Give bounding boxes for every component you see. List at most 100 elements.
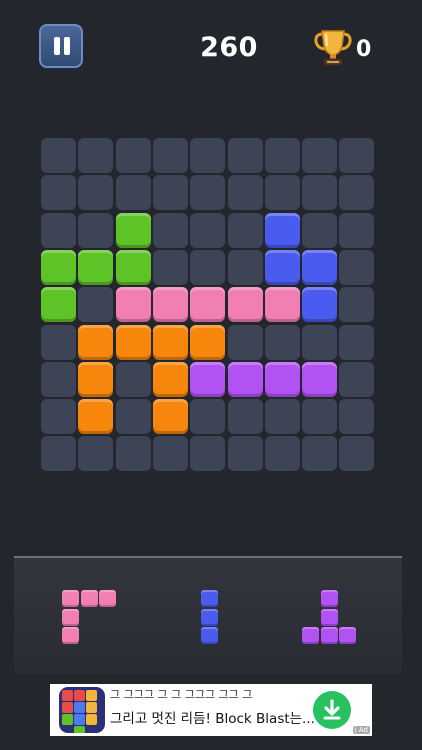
board-block[interactable] bbox=[302, 249, 338, 285]
board-block[interactable] bbox=[302, 287, 338, 323]
board-cell[interactable] bbox=[264, 436, 300, 472]
board-block[interactable] bbox=[152, 361, 188, 397]
board-cell[interactable] bbox=[227, 399, 263, 435]
board-cell[interactable] bbox=[115, 175, 151, 211]
board-cell[interactable] bbox=[41, 324, 76, 360]
board-cell[interactable] bbox=[339, 287, 375, 323]
board-cell[interactable] bbox=[78, 175, 114, 211]
board-cell[interactable] bbox=[339, 175, 375, 211]
board-cell[interactable] bbox=[152, 249, 188, 285]
board-cell[interactable] bbox=[190, 212, 226, 248]
piece-block bbox=[339, 627, 356, 644]
board-cell[interactable] bbox=[302, 324, 338, 360]
board-block[interactable] bbox=[152, 287, 188, 323]
board-block[interactable] bbox=[41, 287, 76, 323]
board-cell[interactable] bbox=[339, 399, 375, 435]
board-cell[interactable] bbox=[152, 436, 188, 472]
app-logo-icon bbox=[59, 687, 105, 733]
board-block[interactable] bbox=[190, 361, 226, 397]
board-cell[interactable] bbox=[302, 138, 338, 173]
pause-button[interactable] bbox=[39, 24, 83, 68]
board-cell[interactable] bbox=[78, 212, 114, 248]
board-block[interactable] bbox=[78, 399, 114, 435]
board-block[interactable] bbox=[264, 212, 300, 248]
board-block[interactable] bbox=[78, 249, 114, 285]
ad-banner[interactable]: 그 그그그 그 그 그그그 그그 그 그리고 멋진 리듬! Block Blas… bbox=[50, 684, 372, 736]
board-cell[interactable] bbox=[264, 138, 300, 173]
board-cell[interactable] bbox=[339, 249, 375, 285]
board-block[interactable] bbox=[264, 361, 300, 397]
board-cell[interactable] bbox=[41, 138, 76, 173]
piece-block bbox=[302, 627, 319, 644]
board-cell[interactable] bbox=[227, 175, 263, 211]
board-block[interactable] bbox=[152, 399, 188, 435]
ad-badge: i Ad bbox=[352, 726, 370, 734]
board-cell[interactable] bbox=[115, 361, 151, 397]
board-block[interactable] bbox=[152, 324, 188, 360]
board-cell[interactable] bbox=[339, 138, 375, 173]
board-cell[interactable] bbox=[190, 138, 226, 173]
piece-block bbox=[320, 627, 338, 644]
board-cell[interactable] bbox=[264, 399, 300, 435]
board-cell[interactable] bbox=[41, 399, 76, 435]
piece-block bbox=[201, 608, 218, 626]
download-button[interactable] bbox=[313, 691, 351, 729]
board-cell[interactable] bbox=[190, 175, 226, 211]
board-cell[interactable] bbox=[152, 175, 188, 211]
board-cell[interactable] bbox=[41, 212, 76, 248]
board-block[interactable] bbox=[115, 212, 151, 248]
board-cell[interactable] bbox=[339, 436, 375, 472]
board-cell[interactable] bbox=[227, 324, 263, 360]
board-block[interactable] bbox=[78, 324, 114, 360]
board-cell[interactable] bbox=[339, 212, 375, 248]
board-cell[interactable] bbox=[78, 436, 114, 472]
piece-block bbox=[99, 590, 116, 607]
board-cell[interactable] bbox=[227, 249, 263, 285]
piece-block bbox=[62, 608, 79, 626]
board-block[interactable] bbox=[190, 287, 226, 323]
board-cell[interactable] bbox=[302, 399, 338, 435]
score: 260 bbox=[200, 32, 258, 63]
board-cell[interactable] bbox=[302, 212, 338, 248]
board-cell[interactable] bbox=[152, 212, 188, 248]
board-block[interactable] bbox=[190, 324, 226, 360]
board-cell[interactable] bbox=[302, 175, 338, 211]
board-cell[interactable] bbox=[78, 138, 114, 173]
piece-block bbox=[320, 608, 338, 626]
board-cell[interactable] bbox=[190, 249, 226, 285]
piece-tray bbox=[14, 558, 402, 674]
board-block[interactable] bbox=[115, 287, 151, 323]
board-cell[interactable] bbox=[41, 361, 76, 397]
download-icon bbox=[323, 699, 341, 720]
board-cell[interactable] bbox=[339, 361, 375, 397]
board-block[interactable] bbox=[78, 361, 114, 397]
board-block[interactable] bbox=[115, 249, 151, 285]
board-block[interactable] bbox=[302, 361, 338, 397]
board-cell[interactable] bbox=[41, 436, 76, 472]
board-cell[interactable] bbox=[41, 175, 76, 211]
board-cell[interactable] bbox=[264, 324, 300, 360]
board-cell[interactable] bbox=[264, 175, 300, 211]
board-cell[interactable] bbox=[115, 436, 151, 472]
board-cell[interactable] bbox=[78, 287, 114, 323]
piece-block bbox=[80, 590, 98, 607]
board-cell[interactable] bbox=[190, 436, 226, 472]
board-cell[interactable] bbox=[227, 436, 263, 472]
board-cell[interactable] bbox=[227, 138, 263, 173]
board-block[interactable] bbox=[264, 287, 300, 323]
board-cell[interactable] bbox=[152, 138, 188, 173]
board-cell[interactable] bbox=[115, 138, 151, 173]
board-cell[interactable] bbox=[115, 399, 151, 435]
piece-block bbox=[62, 627, 79, 644]
board-block[interactable] bbox=[41, 249, 76, 285]
board-block[interactable] bbox=[227, 361, 263, 397]
board-block[interactable] bbox=[227, 287, 263, 323]
trophy-icon bbox=[314, 30, 352, 66]
board-cell[interactable] bbox=[302, 436, 338, 472]
board-cell[interactable] bbox=[339, 324, 375, 360]
board-block[interactable] bbox=[264, 249, 300, 285]
game-board[interactable] bbox=[41, 138, 379, 474]
board-block[interactable] bbox=[115, 324, 151, 360]
board-cell[interactable] bbox=[190, 399, 226, 435]
board-cell[interactable] bbox=[227, 212, 263, 248]
